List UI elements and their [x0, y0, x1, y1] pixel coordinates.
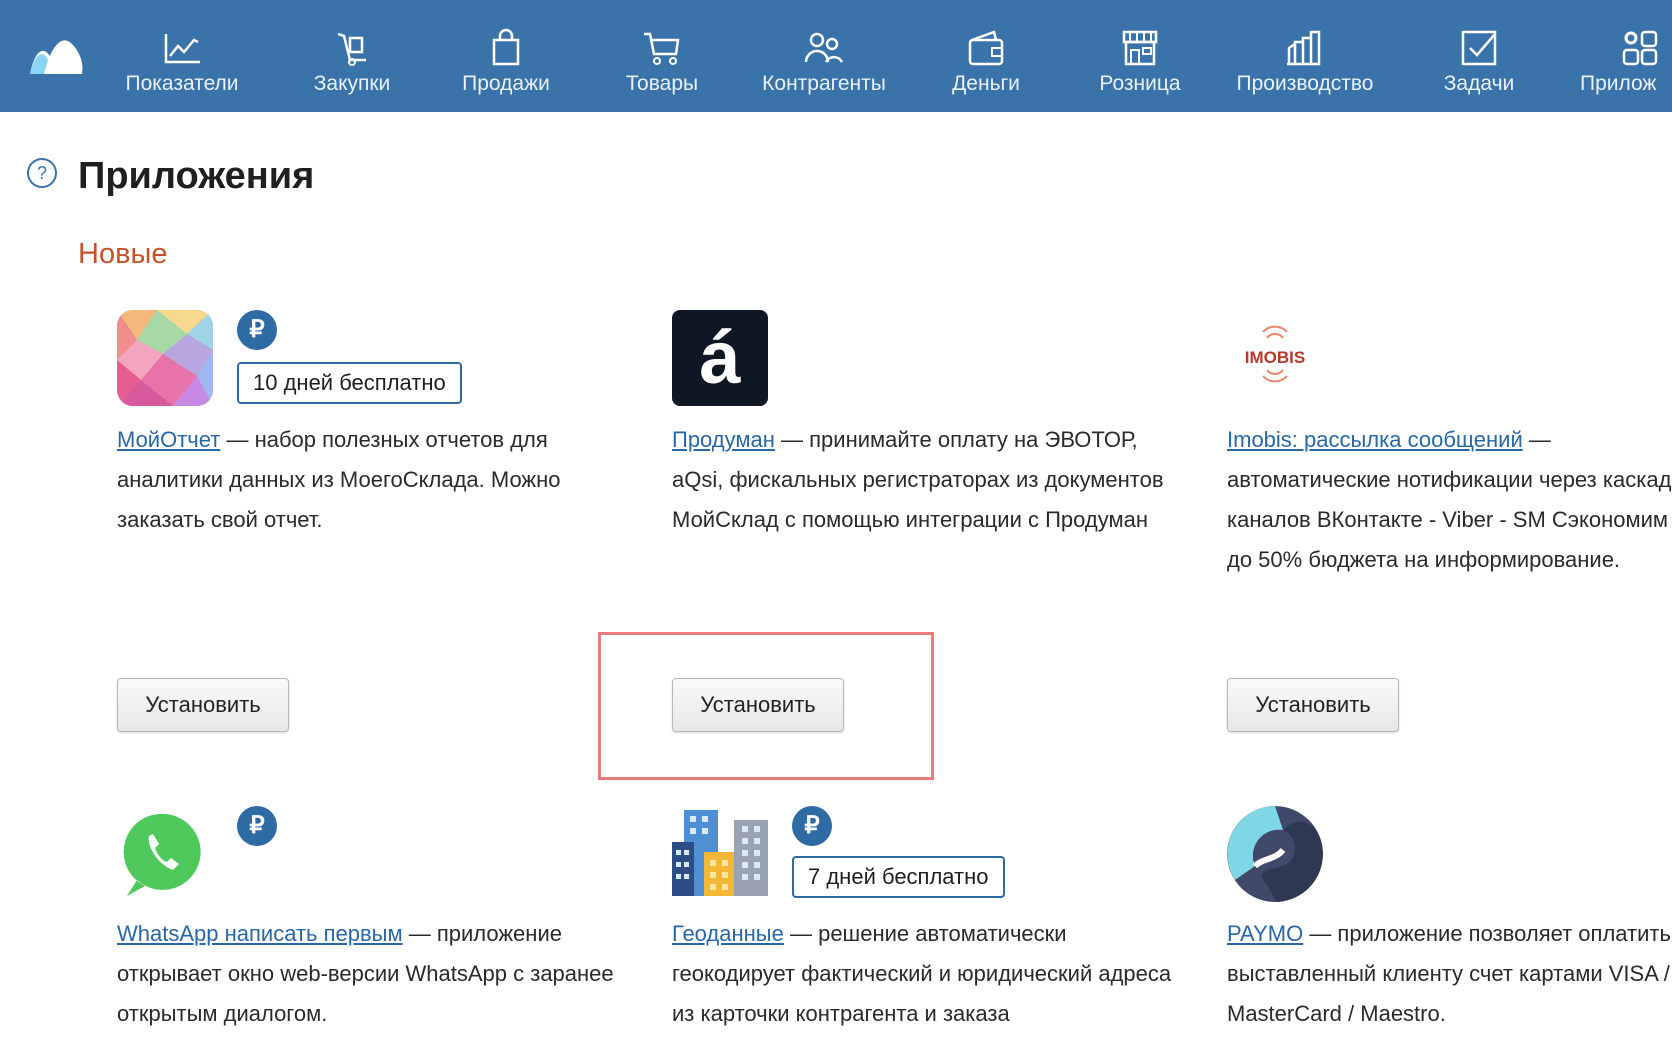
nav-item-purchases[interactable]: Закупки: [300, 0, 404, 112]
moyotchet-icon[interactable]: [117, 310, 213, 406]
app-card-imobis: IMOBIS Imobis: рассылка сообщений — авто…: [1227, 310, 1672, 630]
app-link-produman[interactable]: Продуман: [672, 427, 775, 452]
nav-item-retail[interactable]: Розница: [1088, 0, 1192, 112]
trial-badge: 10 дней бесплатно: [237, 362, 462, 404]
help-icon[interactable]: ?: [27, 158, 57, 188]
app-description: WhatsApp написать первым — приложение от…: [117, 914, 617, 1034]
trial-badge: 7 дней бесплатно: [792, 856, 1005, 898]
nav-item-indicators[interactable]: Показатели: [122, 0, 242, 112]
app-card-whatsapp: ₽ WhatsApp написать первым — приложение …: [117, 806, 617, 1056]
produman-icon-glyph: á: [699, 316, 741, 399]
highlight-annotation-box: [598, 632, 934, 780]
wallet-icon: [968, 30, 1004, 66]
imobis-icon[interactable]: IMOBIS: [1227, 310, 1323, 406]
nav-item-apps[interactable]: Прилож: [1580, 0, 1670, 112]
paid-badge-icon: ₽: [237, 806, 277, 846]
store-icon: [1122, 30, 1158, 66]
nav-label: Производство: [1236, 72, 1374, 95]
app-description: PAYMO — приложение позволяет оплатить вы…: [1227, 914, 1672, 1034]
app-logo-icon[interactable]: [28, 34, 84, 76]
paymo-icon[interactable]: [1227, 806, 1323, 902]
shopping-bag-icon: [492, 28, 520, 66]
nav-item-sales[interactable]: Продажи: [454, 0, 558, 112]
nav-label: Задачи: [1443, 72, 1515, 95]
app-description: Геоданные — решение автоматически геокод…: [672, 914, 1172, 1034]
people-icon: [804, 32, 844, 63]
nav-label: Продажи: [462, 72, 550, 95]
factory-icon: [1287, 30, 1321, 66]
app-card-produman: á Продуман — принимайте оплату на ЭВОТОР…: [672, 310, 1172, 630]
imobis-icon-text: IMOBIS: [1245, 348, 1305, 367]
app-card-moyotchet: ₽ 10 дней бесплатно МойОтчет — набор пол…: [117, 310, 617, 630]
nav-item-production[interactable]: Производство: [1230, 0, 1380, 112]
nav-item-tasks[interactable]: Задачи: [1434, 0, 1524, 112]
task-check-icon: [1461, 30, 1497, 66]
chart-line-icon: [164, 34, 200, 64]
page-title: Приложения: [78, 155, 315, 197]
dolly-icon: [337, 32, 366, 66]
app-link-imobis[interactable]: Imobis: рассылка сообщений: [1227, 427, 1523, 452]
paid-badge-icon: ₽: [792, 806, 832, 846]
app-description: Продуман — принимайте оплату на ЭВОТОР, …: [672, 420, 1172, 540]
nav-item-goods[interactable]: Товары: [612, 0, 712, 112]
app-link-moyotchet[interactable]: МойОтчет: [117, 427, 220, 452]
install-button-imobis[interactable]: Установить: [1227, 678, 1399, 732]
app-link-paymo[interactable]: PAYMO: [1227, 921, 1303, 946]
geodata-icon[interactable]: [672, 806, 768, 902]
nav-label: Прилож: [1580, 72, 1657, 95]
install-button-moyotchet[interactable]: Установить: [117, 678, 289, 732]
nav-item-counterparties[interactable]: Контрагенты: [756, 0, 892, 112]
app-card-geodata: ₽ 7 дней бесплатно Геоданные — решение а…: [672, 806, 1172, 1056]
produman-icon[interactable]: á: [672, 310, 768, 406]
app-card-paymo: PAYMO — приложение позволяет оплатить вы…: [1227, 806, 1672, 1056]
nav-item-money[interactable]: Деньги: [936, 0, 1036, 112]
app-description: МойОтчет — набор полезных отчетов для ан…: [117, 420, 617, 540]
whatsapp-icon[interactable]: [117, 806, 213, 902]
nav-label: Показатели: [125, 72, 239, 95]
section-title-new: Новые: [78, 238, 168, 270]
paid-badge-icon: ₽: [237, 310, 277, 350]
app-link-whatsapp[interactable]: WhatsApp написать первым: [117, 921, 403, 946]
nav-label: Контрагенты: [762, 72, 886, 95]
app-description: Imobis: рассылка сообщений — автоматичес…: [1227, 420, 1672, 580]
apps-gear-icon: [1622, 30, 1658, 66]
nav-label: Товары: [625, 72, 699, 95]
app-link-geodata[interactable]: Геоданные: [672, 921, 784, 946]
top-navigation-bar: Показатели Закупки Продажи Товары Контра…: [0, 0, 1672, 112]
nav-label: Деньги: [952, 72, 1020, 95]
nav-label: Закупки: [313, 72, 391, 95]
nav-label: Розница: [1099, 72, 1181, 95]
cart-icon: [644, 32, 680, 65]
